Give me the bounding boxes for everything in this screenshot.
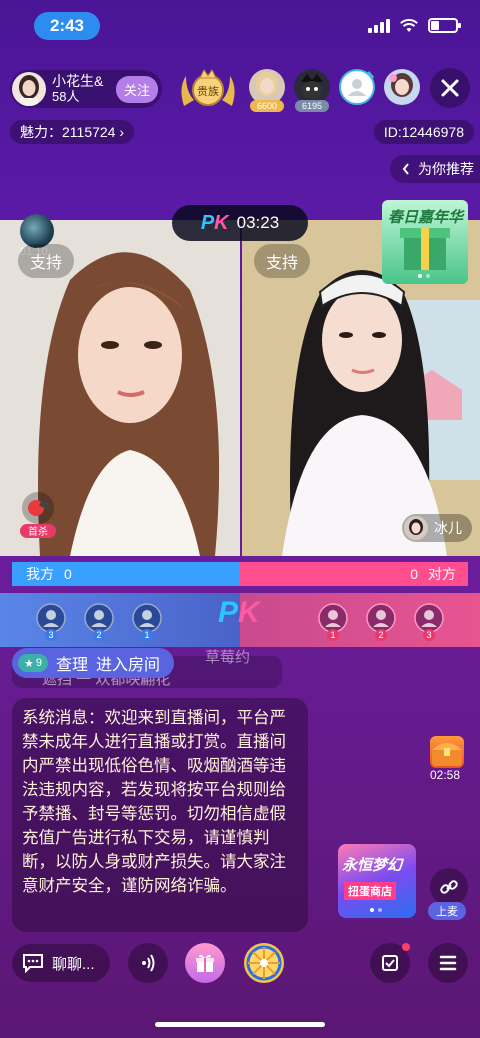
our-top-supporters: 3 2 1: [0, 593, 240, 647]
right-host-name: 冰儿: [434, 520, 462, 536]
supporter-rank: 2: [375, 629, 387, 641]
go-mic-button[interactable]: 上麦: [428, 902, 466, 920]
signal-icon: [368, 18, 390, 33]
carousel-dots-icon: [370, 908, 382, 912]
supporter-slot[interactable]: 1: [132, 603, 162, 641]
close-icon: [441, 79, 459, 97]
event-banner[interactable]: 春日嘉年华: [382, 200, 468, 284]
menu-icon: [439, 955, 457, 971]
star-icon: ★: [24, 657, 34, 670]
battery-icon: [428, 18, 461, 33]
join-notice: ★ 9 查理 进入房间: [12, 648, 175, 678]
chat-input-button[interactable]: 聊聊...: [12, 944, 110, 982]
status-icons: [368, 18, 461, 33]
treasure-chest-icon[interactable]: [430, 736, 464, 768]
viewer-contribution: 6600: [250, 100, 284, 112]
more-menu-button[interactable]: [428, 943, 468, 983]
supporter-rank: 2: [93, 629, 105, 641]
support-left-button[interactable]: 支持: [18, 244, 75, 278]
first-kill-badge: 首杀: [18, 490, 58, 540]
home-indicator: [155, 1022, 325, 1027]
viewer-avatar-placeholder[interactable]: [338, 68, 376, 106]
recommend-button[interactable]: 为你推荐: [390, 155, 480, 183]
host-card[interactable]: 小花生& 58人 关注: [10, 70, 162, 108]
status-time: 2:43: [34, 12, 100, 40]
viewer-avatar[interactable]: 6600: [248, 68, 286, 112]
right-host-avatar: [404, 516, 428, 540]
right-host-tag[interactable]: 冰儿: [402, 514, 472, 542]
our-score-value: 0: [64, 566, 72, 582]
supporter-rank: 3: [423, 629, 435, 641]
chest-timer: 02:58: [430, 768, 461, 782]
notification-dot: [402, 943, 410, 951]
supporter-rank: 3: [45, 629, 57, 641]
lucky-wheel-button[interactable]: [244, 943, 284, 983]
link-icon: [440, 880, 458, 894]
gift-icon: [196, 954, 214, 972]
voice-button[interactable]: [128, 943, 168, 983]
follow-button[interactable]: 关注: [115, 75, 158, 103]
their-top-supporters: 1 2 3: [240, 593, 480, 647]
viewer-avatar[interactable]: 6195: [293, 68, 331, 112]
supporter-slot[interactable]: 3: [414, 603, 444, 641]
their-score-segment: 0 对方: [240, 562, 468, 586]
supporter-slot[interactable]: 3: [36, 603, 66, 641]
chat-bubble-icon: [23, 954, 43, 973]
pk-score-bar: 我方 0 0 对方: [12, 562, 468, 586]
their-score-label: 对方: [428, 566, 456, 582]
support-right-button[interactable]: 支持: [254, 244, 311, 278]
pk-logo-icon: PK: [200, 211, 229, 234]
chevron-left-icon: [402, 163, 409, 175]
their-score-value: 0: [410, 566, 418, 582]
room-id: ID:12446978: [373, 120, 474, 144]
join-user-name[interactable]: 查理: [56, 651, 88, 675]
supporter-rank: 1: [327, 629, 339, 641]
recommend-label: 为你推荐: [418, 161, 474, 177]
viewer-contribution: 6195: [295, 100, 329, 112]
first-kill-label: 首杀: [28, 525, 48, 538]
checklist-icon: [382, 955, 398, 971]
pk-center-logo-icon: PK: [218, 596, 260, 629]
charm-value[interactable]: 魅力：2115724 ›: [10, 120, 135, 144]
noble-badge-label: 贵族: [197, 84, 219, 98]
user-level: 9: [35, 657, 42, 669]
supporter-slot[interactable]: 1: [318, 603, 348, 641]
tasks-button[interactable]: [370, 943, 410, 983]
supporter-slot[interactable]: 2: [366, 603, 396, 641]
supporter-rank: 1: [141, 629, 153, 641]
user-level-badge: ★ 9: [18, 654, 48, 672]
our-score-label: 我方: [26, 566, 54, 582]
close-button[interactable]: [430, 68, 470, 108]
wheel-icon: [246, 945, 282, 981]
chat-message-faded-top: 草莓约: [205, 649, 251, 666]
host-fans-count: 58人: [52, 89, 80, 104]
promo-banner[interactable]: 永恒梦幻 扭蛋商店: [338, 844, 416, 918]
sound-wave-icon: [142, 954, 155, 972]
host-name: 小花生&: [52, 73, 104, 89]
gift-box-icon: [400, 228, 450, 278]
left-mini-avatar[interactable]: [20, 214, 54, 248]
viewer-avatars: 6600 6195: [248, 68, 421, 112]
link-mic-button[interactable]: [430, 868, 468, 906]
wifi-icon: [400, 18, 418, 32]
our-score-segment: 我方 0: [12, 562, 240, 586]
chat-placeholder: 聊聊...: [52, 955, 95, 973]
pk-timer: PK 03:23: [172, 205, 308, 241]
gift-button[interactable]: [185, 943, 225, 983]
pk-countdown: 03:23: [236, 213, 280, 232]
system-message: 系统消息：欢迎来到直播间，平台严禁未成年人进行直播或打赏。直播间内严禁出现低俗色…: [12, 698, 308, 932]
noble-badge-icon[interactable]: 贵族: [176, 66, 240, 114]
viewer-avatar[interactable]: [383, 68, 421, 106]
supporter-slot[interactable]: 2: [84, 603, 114, 641]
host-avatar[interactable]: [12, 72, 46, 106]
join-action: 进入房间: [96, 657, 161, 674]
